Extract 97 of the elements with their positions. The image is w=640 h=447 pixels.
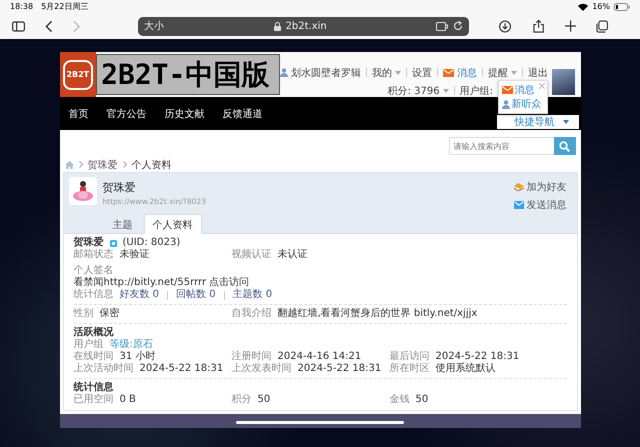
field-value: 使用系统默认 <box>436 363 496 375</box>
share-icon[interactable] <box>533 19 545 33</box>
field-label: 已用空间 <box>74 394 114 406</box>
breadcrumb-link[interactable]: 个人资料 <box>132 158 172 172</box>
field-label: 统计信息 <box>74 289 114 301</box>
download-icon[interactable] <box>499 20 512 32</box>
user-id: (UID: 8023) <box>122 237 180 248</box>
wifi-icon <box>578 2 588 10</box>
stat-link[interactable]: 好友数 0 <box>120 289 160 301</box>
caret-icon <box>394 70 401 74</box>
tabs-icon[interactable] <box>596 20 608 32</box>
field-label: 邮箱状态 <box>74 249 114 261</box>
field-label: 上次活动时间 <box>74 363 134 375</box>
header-link[interactable]: 我的 <box>372 66 392 80</box>
field-label: 上次发表时间 <box>232 363 292 375</box>
field-label: 积分 <box>232 394 252 406</box>
sidebar-icon[interactable] <box>12 20 26 32</box>
battery-percent: 16% <box>592 2 610 11</box>
verified-icon <box>110 240 116 246</box>
usergroup-label: 用户组: <box>460 84 493 98</box>
nav-link[interactable]: 反馈通道 <box>222 106 262 120</box>
field-label: 性别 <box>74 308 94 320</box>
field-value: 保密 <box>100 308 120 320</box>
breadcrumb-link[interactable]: 贺珠爱 <box>88 158 118 172</box>
plus-icon[interactable] <box>564 20 576 32</box>
profile-action-link[interactable]: 发送消息 <box>514 198 566 212</box>
field-label: 注册时间 <box>232 351 272 362</box>
profile-action-link[interactable]: 加为好友 <box>514 180 566 194</box>
profile-tab[interactable]: 主题 <box>104 214 142 234</box>
caret-icon <box>510 70 517 74</box>
field-label: 用户组 <box>74 339 104 350</box>
field-value: 31 小时 <box>120 351 156 362</box>
signature-text: 看禁闻http://bitly.net/55rrrr 点击访问 <box>74 277 250 288</box>
chevron-icon <box>122 161 126 168</box>
field-label: 在线时间 <box>74 351 114 362</box>
field-label: 所在时区 <box>390 363 430 375</box>
field-label: 个人签名 <box>74 265 114 276</box>
field-value: 0 B <box>120 394 136 406</box>
nav-link[interactable]: 首页 <box>68 106 88 120</box>
url-text: 2b2t.xin <box>286 20 327 32</box>
envelope-icon <box>442 68 454 76</box>
field-value: 2024-5-22 18:31 <box>436 351 520 362</box>
popup-item[interactable]: 消息 <box>502 83 544 97</box>
search-field[interactable]: 请输入搜索内容 <box>448 137 554 155</box>
profile-name: 贺珠爱 <box>102 180 136 195</box>
section-heading: 活跃概况 <box>74 327 114 338</box>
battery-icon <box>614 2 630 10</box>
logo-badge: 2B2T <box>60 52 96 97</box>
lock-icon <box>274 22 281 30</box>
field-label: 金钱 <box>390 394 410 406</box>
caret-icon <box>562 120 568 124</box>
field-label: 视频认证 <box>232 249 272 261</box>
address-bar[interactable]: 大小 2b2t.xin <box>138 16 470 36</box>
user-name: 贺珠爱 <box>74 237 104 248</box>
header-link[interactable]: 提醒 <box>488 66 508 80</box>
field-value: 50 <box>258 394 270 406</box>
envelope-icon <box>514 201 524 209</box>
usergroup-link[interactable]: 等级:原石 <box>110 339 153 351</box>
header-link[interactable]: 退出 <box>528 66 548 80</box>
reload-icon[interactable] <box>453 21 464 31</box>
profile-tab[interactable]: 个人资料 <box>144 214 202 234</box>
status-time: 18:38 <box>10 2 34 11</box>
site-logo-title: 2B2T-中国版 <box>96 54 280 95</box>
search-button[interactable] <box>554 137 576 155</box>
text-size-button[interactable]: 大小 <box>144 19 164 33</box>
stat-link[interactable]: 主题数 0 <box>232 289 272 301</box>
header-link[interactable]: 消息 <box>456 66 477 80</box>
nav-link[interactable]: 历史文献 <box>164 106 204 120</box>
chevron-icon <box>78 161 82 168</box>
field-value: 2024-5-22 18:31 <box>140 363 224 375</box>
stat-link[interactable]: 回帖数 0 <box>176 289 216 301</box>
user-icon <box>502 100 510 108</box>
field-label: 自我介绍 <box>232 308 272 320</box>
status-date: 5月22日周三 <box>41 1 88 12</box>
search-icon <box>559 140 570 152</box>
points-menu[interactable]: 积分: 3796 <box>388 84 440 98</box>
nav-link[interactable]: 官方公告 <box>106 106 146 120</box>
header-link[interactable]: 设置 <box>412 66 432 80</box>
avatar-picture <box>68 177 96 205</box>
field-value: 2024-4-16 14:21 <box>278 351 362 362</box>
field-value: 未认证 <box>278 249 308 261</box>
field-value: 2024-5-22 18:31 <box>298 363 382 375</box>
field-value: 翻越红墙,看看河蟹身后的世界 bitly.net/xjjjx <box>278 308 478 320</box>
quick-nav-button[interactable]: 快捷导航 <box>496 114 578 128</box>
field-label: 最后访问 <box>390 351 430 362</box>
popup-item[interactable]: 新听众 <box>502 97 544 111</box>
envelope-icon <box>502 86 512 94</box>
field-value: 未验证 <box>120 249 150 261</box>
field-value: 50 <box>416 394 428 406</box>
user-icon <box>280 68 288 77</box>
back-icon[interactable] <box>45 20 53 32</box>
friend-icon <box>514 183 524 191</box>
reader-icon[interactable] <box>436 22 448 30</box>
header-link[interactable]: 划水圆壁者罗辑 <box>290 66 361 80</box>
avatar-picture[interactable] <box>552 68 576 94</box>
caret-icon <box>442 88 449 92</box>
section-heading: 统计信息 <box>74 382 114 394</box>
